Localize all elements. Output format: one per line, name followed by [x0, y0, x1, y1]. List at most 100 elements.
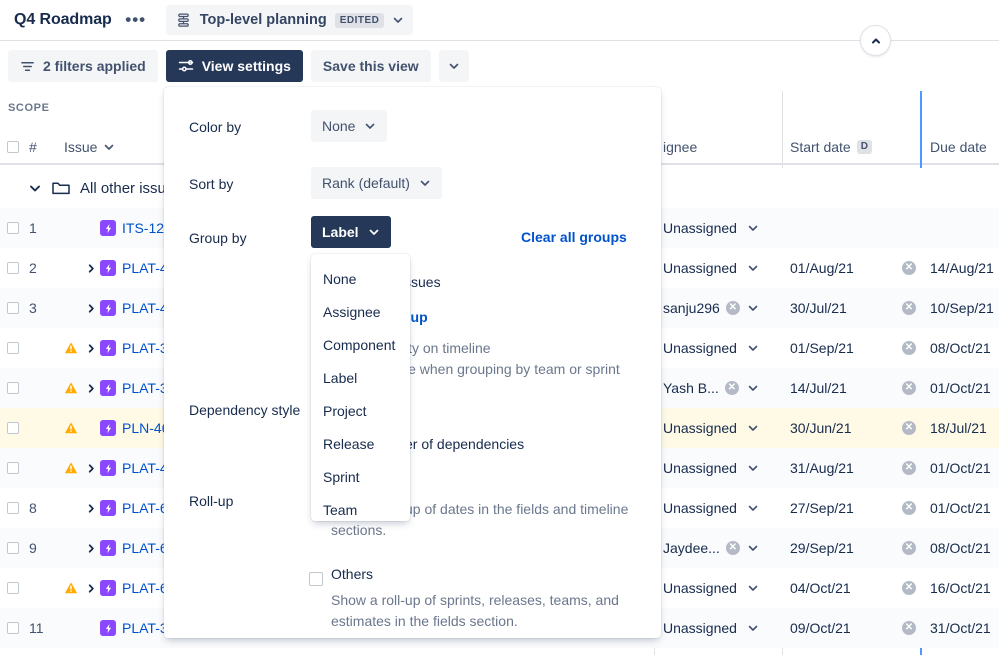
more-actions-button[interactable]: ••• — [122, 7, 150, 33]
warning-icon — [60, 341, 82, 355]
assignee-cell[interactable]: Unassigned — [663, 460, 783, 476]
chevron-down-icon[interactable] — [28, 181, 42, 195]
expand-row-chevron-icon[interactable] — [82, 263, 100, 274]
assignee-cell[interactable]: Unassigned — [663, 500, 783, 516]
collapse-header-button[interactable] — [860, 25, 891, 56]
group-by-option[interactable]: Team — [311, 493, 410, 526]
due-date-cell[interactable]: 08/Oct/21 — [930, 540, 999, 556]
group-by-option[interactable]: Assignee — [311, 295, 410, 328]
row-checkbox[interactable] — [0, 582, 26, 594]
start-date-cell[interactable]: 27/Sep/21 ✕ — [790, 500, 918, 516]
row-checkbox[interactable] — [0, 342, 26, 354]
start-date-cell[interactable]: 29/Sep/21 ✕ — [790, 540, 918, 556]
assignee-dropdown-icon[interactable] — [747, 422, 759, 434]
assignee-dropdown-icon[interactable] — [747, 542, 759, 554]
due-date-cell[interactable]: 31/Oct/21 — [930, 620, 999, 636]
filters-button[interactable]: 2 filters applied — [8, 50, 158, 82]
expand-row-chevron-icon[interactable] — [82, 383, 100, 394]
group-by-option[interactable]: Project — [311, 394, 410, 427]
scenario-selector[interactable]: Top-level planning EDITED — [165, 5, 414, 35]
assignee-dropdown-icon[interactable] — [747, 502, 759, 514]
color-by-select[interactable]: None — [311, 110, 388, 142]
save-view-button[interactable]: Save this view — [310, 50, 431, 82]
expand-row-chevron-icon[interactable] — [82, 503, 100, 514]
due-date-cell[interactable]: 18/Jul/21 — [930, 420, 999, 436]
row-checkbox[interactable] — [0, 302, 26, 314]
clear-start-date-icon[interactable]: ✕ — [902, 621, 916, 635]
clear-start-date-icon[interactable]: ✕ — [902, 261, 916, 275]
clear-start-date-icon[interactable]: ✕ — [902, 461, 916, 475]
expand-row-chevron-icon[interactable] — [82, 343, 100, 354]
group-by-option[interactable]: Label — [311, 361, 410, 394]
assignee-value: Unassigned — [663, 220, 737, 236]
row-checkbox[interactable] — [0, 222, 26, 234]
clear-start-date-icon[interactable]: ✕ — [902, 421, 916, 435]
start-date-cell[interactable]: 09/Oct/21 ✕ — [790, 620, 918, 636]
sort-by-select[interactable]: Rank (default) — [311, 167, 442, 199]
start-date-cell[interactable]: 31/Aug/21 ✕ — [790, 460, 918, 476]
due-date-cell[interactable]: 01/Oct/21 — [930, 380, 999, 396]
assignee-dropdown-icon[interactable] — [747, 302, 759, 314]
others-checkbox[interactable] — [309, 572, 323, 586]
save-view-dropdown-button[interactable] — [438, 50, 469, 82]
clear-assignee-icon[interactable]: ✕ — [725, 541, 740, 555]
assignee-cell[interactable]: Unassigned — [663, 260, 783, 276]
assignee-cell[interactable]: sanju296 ✕ — [663, 300, 783, 316]
clear-assignee-icon[interactable]: ✕ — [724, 381, 739, 395]
row-checkbox[interactable] — [0, 542, 26, 554]
assignee-dropdown-icon[interactable] — [747, 622, 759, 634]
due-date-cell[interactable]: 08/Oct/21 — [930, 340, 999, 356]
clear-assignee-icon[interactable]: ✕ — [725, 301, 740, 315]
clear-start-date-icon[interactable]: ✕ — [902, 581, 916, 595]
assignee-dropdown-icon[interactable] — [747, 262, 759, 274]
assignee-dropdown-icon[interactable] — [747, 462, 759, 474]
group-by-option[interactable]: Sprint — [311, 460, 410, 493]
assignee-dropdown-icon[interactable] — [747, 342, 759, 354]
row-checkbox[interactable] — [0, 622, 26, 634]
expand-row-chevron-icon[interactable] — [82, 303, 100, 314]
assignee-cell[interactable]: Yash B... ✕ — [663, 380, 783, 396]
clear-start-date-icon[interactable]: ✕ — [902, 301, 916, 315]
group-by-option[interactable]: None — [311, 262, 410, 295]
start-date-cell[interactable]: 30/Jul/21 ✕ — [790, 300, 918, 316]
row-checkbox[interactable] — [0, 462, 26, 474]
clear-start-date-icon[interactable]: ✕ — [902, 381, 916, 395]
view-settings-button[interactable]: View settings — [165, 50, 303, 82]
assignee-dropdown-icon[interactable] — [747, 222, 759, 234]
due-date-cell[interactable]: 01/Oct/21 — [930, 460, 999, 476]
expand-row-chevron-icon[interactable] — [82, 543, 100, 554]
assignee-value: sanju296 — [663, 300, 720, 316]
assignee-cell[interactable]: Unassigned — [663, 340, 783, 356]
due-date-cell[interactable]: 10/Sep/21 — [930, 300, 999, 316]
row-checkbox[interactable] — [0, 502, 26, 514]
assignee-cell[interactable]: Unassigned — [663, 420, 783, 436]
start-date-cell[interactable]: 01/Aug/21 ✕ — [790, 260, 918, 276]
expand-row-chevron-icon[interactable] — [82, 583, 100, 594]
clear-all-groups-link[interactable]: Clear all groups — [521, 229, 627, 245]
chevron-down-icon[interactable] — [103, 141, 115, 153]
due-date-cell[interactable]: 14/Aug/21 — [930, 260, 999, 276]
assignee-dropdown-icon[interactable] — [747, 382, 759, 394]
group-by-option[interactable]: Release — [311, 427, 410, 460]
clear-start-date-icon[interactable]: ✕ — [902, 541, 916, 555]
clear-start-date-icon[interactable]: ✕ — [902, 501, 916, 515]
assignee-cell[interactable]: Unassigned — [663, 220, 783, 236]
row-checkbox[interactable] — [0, 382, 26, 394]
assignee-cell[interactable]: Unassigned — [663, 580, 783, 596]
clear-start-date-icon[interactable]: ✕ — [902, 341, 916, 355]
start-date-cell[interactable]: 04/Oct/21 ✕ — [790, 580, 918, 596]
start-date-cell[interactable]: 14/Jul/21 ✕ — [790, 380, 918, 396]
assignee-dropdown-icon[interactable] — [747, 582, 759, 594]
select-all-checkbox[interactable] — [0, 141, 26, 153]
assignee-cell[interactable]: Unassigned — [663, 620, 783, 636]
due-date-cell[interactable]: 16/Oct/21 — [930, 580, 999, 596]
group-by-select[interactable]: Label — [311, 216, 391, 248]
start-date-cell[interactable]: 30/Jun/21 ✕ — [790, 420, 918, 436]
row-checkbox[interactable] — [0, 422, 26, 434]
assignee-cell[interactable]: Jaydee... ✕ — [663, 540, 783, 556]
start-date-cell[interactable]: 01/Sep/21 ✕ — [790, 340, 918, 356]
expand-row-chevron-icon[interactable] — [82, 463, 100, 474]
row-checkbox[interactable] — [0, 262, 26, 274]
group-by-option[interactable]: Component — [311, 328, 410, 361]
due-date-cell[interactable]: 01/Oct/21 — [930, 500, 999, 516]
